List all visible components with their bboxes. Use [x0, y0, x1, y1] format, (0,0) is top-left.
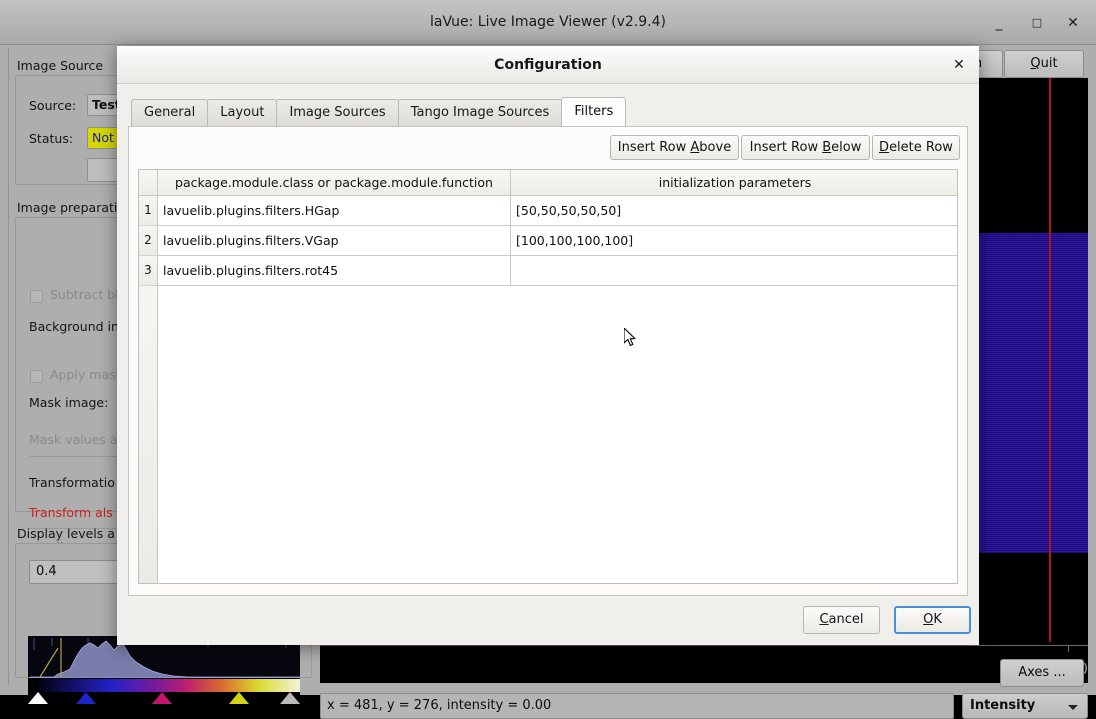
- dialog-close-icon[interactable]: ✕: [949, 55, 969, 75]
- marker-yellow[interactable]: [229, 692, 249, 704]
- dialog-title: Configuration: [117, 46, 979, 84]
- configuration-dialog: Configuration ✕ General Layout Image Sou…: [117, 46, 979, 645]
- cancel-button-label: ancel: [829, 612, 864, 627]
- chevron-down-icon: [1068, 705, 1078, 710]
- tab-tango-image-sources[interactable]: Tango Image Sources: [398, 99, 563, 126]
- table-corner-header: [139, 170, 158, 196]
- table-row[interactable]: 2 lavuelib.plugins.filters.VGap [100,100…: [139, 226, 958, 256]
- cancel-button-mnemonic: C: [819, 612, 828, 627]
- cell-module[interactable]: lavuelib.plugins.filters.rot45: [158, 256, 511, 286]
- cell-module[interactable]: lavuelib.plugins.filters.VGap: [158, 226, 511, 256]
- ok-button[interactable]: OK: [894, 606, 971, 634]
- window-title: laVue: Live Image Viewer (v2.9.4): [0, 0, 1096, 45]
- insert-row-above-mnemonic: A: [690, 140, 699, 155]
- marker-blue[interactable]: [76, 692, 96, 704]
- quit-button[interactable]: Quit: [1004, 50, 1084, 78]
- row-number[interactable]: 3: [139, 256, 158, 286]
- quit-button-mnemonic: Q: [1030, 56, 1040, 71]
- insert-row-below-button[interactable]: Insert Row Below: [741, 135, 870, 160]
- tab-filters[interactable]: Filters: [561, 97, 626, 126]
- dialog-tab-bar: General Layout Image Sources Tango Image…: [131, 99, 625, 127]
- insert-row-below-suffix: elow: [831, 140, 861, 155]
- window-title-bar: laVue: Live Image Viewer (v2.9.4) _ □ ✕: [0, 0, 1096, 45]
- transformation-label: Transformatio: [29, 475, 115, 490]
- insert-row-above-suffix: bove: [699, 140, 731, 155]
- display-levels-group-title: Display levels a: [17, 526, 115, 541]
- axes-button[interactable]: Axes ...: [1000, 659, 1084, 687]
- cell-params[interactable]: [511, 256, 958, 286]
- background-image-label: Background in: [29, 319, 119, 334]
- cell-params[interactable]: [50,50,50,50,50]: [511, 196, 958, 226]
- table-row-gutter: [139, 286, 158, 583]
- image-preparation-group-title: Image preparation: [17, 200, 133, 215]
- insert-row-below-label: Insert Row: [750, 140, 823, 155]
- apply-mask-label: Apply mask: [50, 367, 123, 382]
- gradient-marker-bar[interactable]: [28, 692, 300, 704]
- image-source-group-title: Image Source: [17, 58, 103, 73]
- quit-button-label: uit: [1041, 56, 1058, 71]
- marker-gray[interactable]: [280, 692, 300, 704]
- transform-also-label: Transform als: [29, 505, 113, 520]
- mask-values-label: Mask values a: [29, 432, 117, 447]
- minimize-icon[interactable]: _: [988, 12, 1010, 34]
- table-row[interactable]: 1 lavuelib.plugins.filters.HGap [50,50,5…: [139, 196, 958, 226]
- marker-white-left[interactable]: [28, 692, 48, 704]
- table-empty-area[interactable]: [139, 286, 958, 583]
- mask-image-label: Mask image:: [29, 395, 108, 410]
- intensity-combo[interactable]: Intensity: [962, 693, 1088, 719]
- dialog-title-bar: Configuration ✕: [117, 46, 979, 84]
- crosshair-vertical-line: [1049, 78, 1051, 642]
- tab-image-sources[interactable]: Image Sources: [276, 99, 398, 126]
- insert-row-above-button[interactable]: Insert Row Above: [610, 135, 739, 160]
- tab-layout[interactable]: Layout: [207, 99, 277, 126]
- row-number[interactable]: 1: [139, 196, 158, 226]
- close-icon[interactable]: ✕: [1062, 12, 1084, 34]
- source-label: Source:: [29, 98, 76, 113]
- axis-line: [320, 645, 1088, 646]
- insert-row-above-label: Insert Row: [618, 140, 691, 155]
- mouse-cursor: [624, 328, 638, 348]
- status-label: Status:: [29, 131, 73, 146]
- delete-row-label: elete Row: [889, 140, 953, 155]
- subtract-background-checkbox[interactable]: [30, 290, 43, 303]
- table-row[interactable]: 3 lavuelib.plugins.filters.rot45: [139, 256, 958, 286]
- row-number[interactable]: 2: [139, 226, 158, 256]
- ok-button-mnemonic: O: [923, 612, 933, 627]
- color-gradient-bar[interactable]: [38, 679, 300, 692]
- histogram-widget[interactable]: [28, 636, 300, 704]
- table-header-params[interactable]: initialization parameters: [511, 170, 958, 196]
- cancel-button[interactable]: Cancel: [803, 606, 880, 634]
- cell-module[interactable]: lavuelib.plugins.filters.HGap: [158, 196, 511, 226]
- maximize-icon[interactable]: □: [1026, 12, 1048, 34]
- marker-magenta[interactable]: [152, 692, 172, 704]
- dialog-body: General Layout Image Sources Tango Image…: [117, 84, 979, 645]
- table-header-module[interactable]: package.module.class or package.module.f…: [158, 170, 511, 196]
- intensity-combo-label: Intensity: [970, 698, 1035, 713]
- delete-row-mnemonic: D: [879, 140, 889, 155]
- table-header-row: package.module.class or package.module.f…: [139, 170, 958, 196]
- axis-tick: [1068, 645, 1069, 652]
- filters-table[interactable]: package.module.class or package.module.f…: [138, 169, 958, 584]
- insert-row-below-mnemonic: B: [822, 140, 831, 155]
- filters-tab-page: Insert Row Above Insert Row Below Delete…: [128, 126, 968, 596]
- delete-row-button[interactable]: Delete Row: [872, 135, 960, 160]
- ok-button-label: K: [933, 612, 942, 627]
- status-bar-text: x = 481, y = 276, intensity = 0.00: [320, 693, 954, 719]
- apply-mask-checkbox[interactable]: [30, 370, 43, 383]
- cell-params[interactable]: [100,100,100,100]: [511, 226, 958, 256]
- subtract-background-label: Subtract bk: [50, 287, 122, 302]
- tab-general[interactable]: General: [131, 99, 208, 126]
